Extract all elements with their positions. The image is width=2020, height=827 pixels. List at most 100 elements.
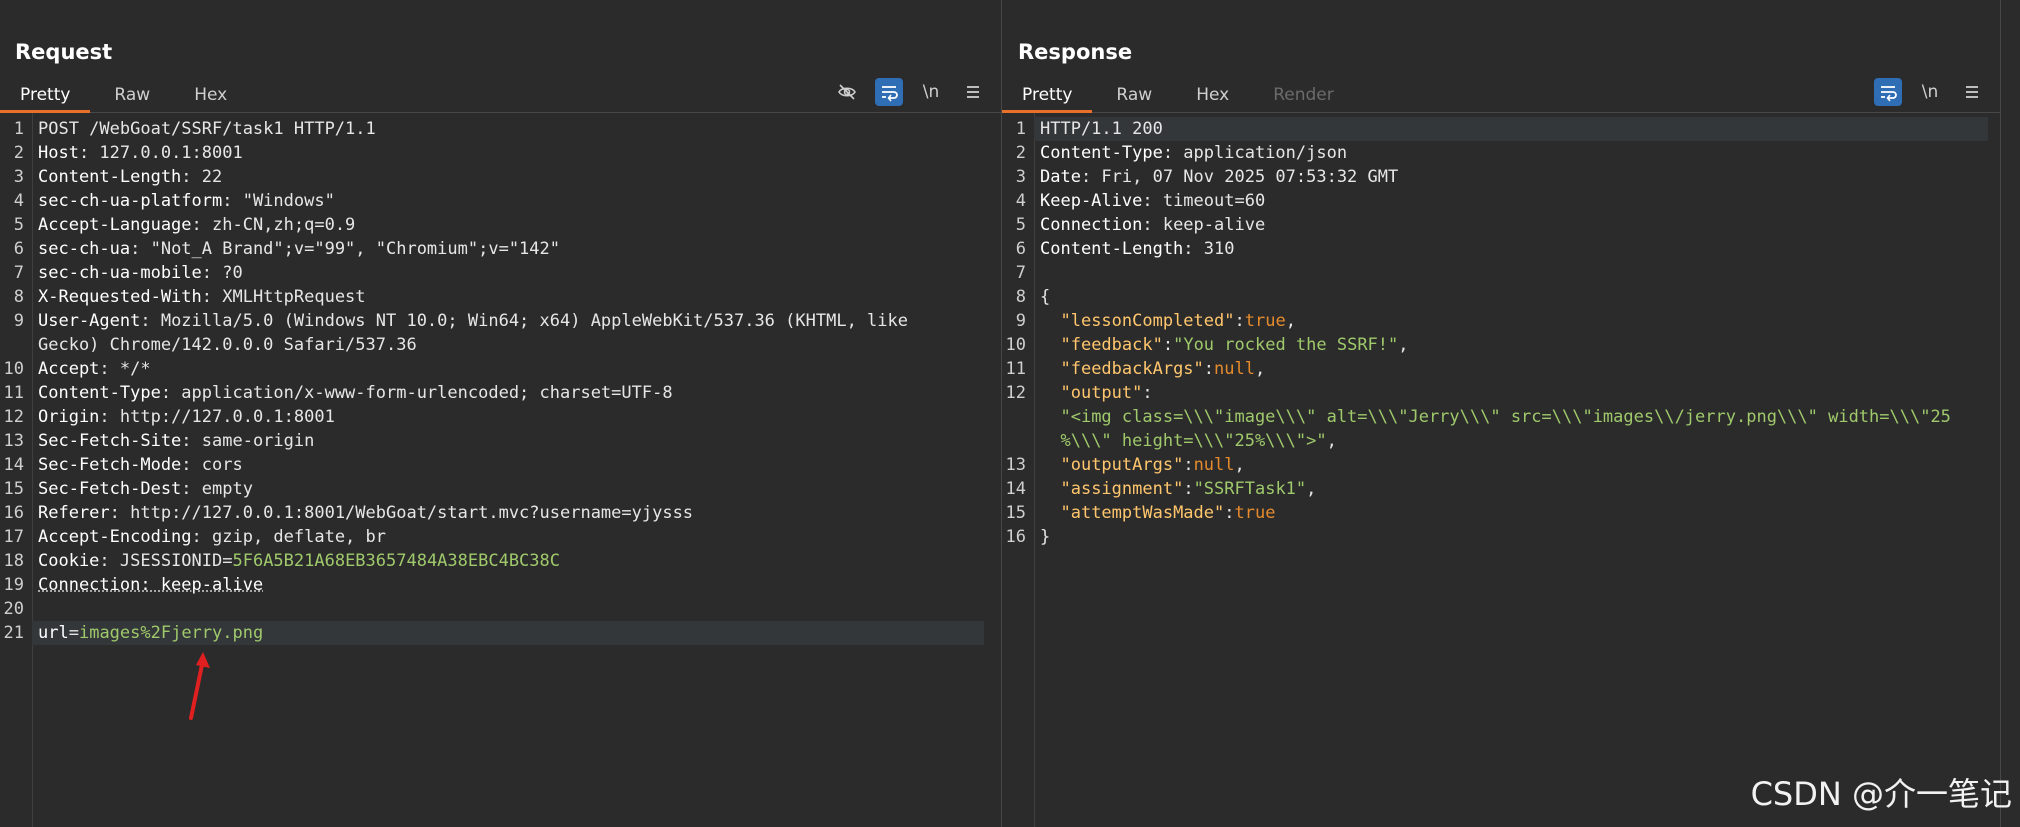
- menu-icon[interactable]: [1958, 78, 1986, 106]
- code-text: Sec-Fetch-Site: same-origin: [38, 429, 314, 453]
- code-text: sec-ch-ua: "Not_A Brand";v="99", "Chromi…: [38, 237, 560, 261]
- code-line: 14 "assignment":"SSRFTask1",: [1002, 477, 2000, 501]
- newline-toggle[interactable]: \n: [1916, 78, 1944, 106]
- code-line: 5 Connection: keep-alive: [1002, 213, 2000, 237]
- line-number: 1: [13, 119, 24, 139]
- code-token: : gzip, deflate, br: [191, 527, 386, 547]
- code-line: 13 "outputArgs":null,: [1002, 453, 2000, 477]
- code-text: "outputArgs":null,: [1040, 453, 1245, 477]
- wrap-icon[interactable]: [875, 78, 903, 106]
- response-pane: Response Pretty Raw Hex Render \n 1 HTTP/…: [1002, 0, 2001, 827]
- code-text: Keep-Alive: timeout=60: [1040, 189, 1265, 213]
- code-text: Accept-Encoding: gzip, deflate, br: [38, 525, 386, 549]
- code-text: HTTP/1.1 200: [1040, 117, 1163, 141]
- line-number: 11: [1005, 359, 1026, 379]
- line-number: 5: [1015, 215, 1026, 235]
- code-token: : ?0: [201, 263, 243, 283]
- code-token: ,: [1285, 311, 1296, 331]
- code-token: Origin: [38, 407, 100, 427]
- code-token: ,: [1306, 479, 1317, 499]
- code-token: Host: [38, 143, 79, 163]
- code-line: %\\\" height=\\\"25%\\\">",: [1002, 429, 2000, 453]
- code-text: "output":: [1040, 381, 1153, 405]
- code-text: Accept: */*: [38, 357, 151, 381]
- code-token: sec-ch-ua-mobile: [38, 263, 202, 283]
- code-token: :: [1224, 503, 1235, 523]
- line-number: 14: [1005, 479, 1026, 499]
- line-number: 5: [13, 215, 24, 235]
- code-token: {: [1040, 287, 1051, 307]
- code-text: Origin: http://127.0.0.1:8001: [38, 405, 335, 429]
- line-number: 16: [1005, 527, 1026, 547]
- line-number: 9: [13, 311, 24, 331]
- line-number: 21: [3, 623, 24, 643]
- wrap-icon[interactable]: [1874, 78, 1902, 106]
- code-line: 16}: [1002, 525, 2000, 549]
- code-token: : timeout=60: [1142, 191, 1266, 211]
- tab-hex[interactable]: Hex: [174, 85, 247, 112]
- code-line: 7 sec-ch-ua-mobile: ?0: [0, 261, 1001, 285]
- code-line: 13 Sec-Fetch-Site: same-origin: [0, 429, 1001, 453]
- code-token: : 310: [1183, 239, 1235, 259]
- code-line: 10 Accept: */*: [0, 357, 1001, 381]
- code-text: "<img class=\\\"image\\\" alt=\\\"Jerry\…: [1040, 405, 1950, 429]
- tab-hex[interactable]: Hex: [1176, 85, 1249, 112]
- tab-render: Render: [1273, 85, 1334, 105]
- menu-icon[interactable]: [959, 78, 987, 106]
- line-number: 15: [1005, 503, 1026, 523]
- code-line: 6 Content-Length: 310: [1002, 237, 2000, 261]
- code-token: sec-ch-ua-platform: [38, 191, 223, 211]
- code-token: : 127.0.0.1:8001: [78, 143, 243, 163]
- line-number: 7: [13, 263, 24, 283]
- tab-raw[interactable]: Raw: [94, 85, 170, 112]
- code-token: : Mozilla/5.0 (Windows NT 10.0; Win64; x…: [140, 311, 908, 331]
- eye-off-icon[interactable]: [833, 78, 861, 106]
- response-editor[interactable]: 1 HTTP/1.1 200 2 Content-Type: application/…: [1002, 113, 2000, 827]
- code-line: 1 POST /WebGoat/SSRF/task1 HTTP/1.1: [0, 117, 1001, 141]
- code-token: images%2Fjerry.png: [78, 623, 264, 643]
- request-editor[interactable]: 1 POST /WebGoat/SSRF/task1 HTTP/1.1 2 Host:…: [0, 113, 1001, 827]
- code-token: Referer: [38, 503, 110, 523]
- code-token: : empty: [181, 479, 253, 499]
- newline-toggle[interactable]: \n: [917, 78, 945, 106]
- code-text: Content-Length: 310: [1040, 237, 1234, 261]
- code-token: ,: [1398, 335, 1409, 355]
- tab-pretty[interactable]: Pretty: [1002, 85, 1093, 113]
- code-token: ,: [1254, 359, 1266, 379]
- code-line: 21 url=images%2Fjerry.png: [0, 621, 1001, 645]
- code-token: Content-Length: [38, 167, 182, 187]
- response-tabs: Pretty Raw Hex Render: [1002, 78, 2000, 113]
- tab-raw[interactable]: Raw: [1096, 85, 1172, 112]
- code-token: "feedbackArgs": [1060, 359, 1204, 379]
- code-line: 14 Sec-Fetch-Mode: cors: [0, 453, 1001, 477]
- code-line: 3 Content-Length: 22: [0, 165, 1001, 189]
- code-token: : XMLHttpRequest: [201, 287, 366, 307]
- code-token: %\\\" height=\\\"25%\\\">": [1060, 431, 1327, 451]
- code-token: Content-Type: [38, 383, 161, 403]
- code-text: Sec-Fetch-Dest: empty: [38, 477, 253, 501]
- code-line: 15 "attemptWasMade":true: [1002, 501, 2000, 525]
- tab-pretty[interactable]: Pretty: [0, 85, 91, 113]
- code-line: 10 "feedback":"You rocked the SSRF!",: [1002, 333, 2000, 357]
- code-token: :: [1142, 383, 1153, 403]
- code-text: Gecko) Chrome/142.0.0.0 Safari/537.36: [38, 333, 417, 357]
- code-text: Date: Fri, 07 Nov 2025 07:53:32 GMT: [1040, 165, 1398, 189]
- code-token: "attemptWasMade": [1060, 503, 1225, 523]
- code-token: null: [1193, 455, 1235, 475]
- code-line: 2 Host: 127.0.0.1:8001: [0, 141, 1001, 165]
- response-title: Response: [1018, 40, 1133, 64]
- code-line: 20: [0, 597, 1001, 621]
- line-number: 4: [1015, 191, 1026, 211]
- code-token: ,: [1234, 455, 1245, 475]
- code-token: true: [1244, 311, 1286, 331]
- line-number: 12: [3, 407, 24, 427]
- code-token: Content-Type: [1040, 143, 1163, 163]
- code-token: Accept-Encoding: [38, 527, 192, 547]
- code-line: 19 Connection: keep-alive: [0, 573, 1001, 597]
- code-token: :: [1203, 359, 1215, 379]
- code-token: "output": [1060, 383, 1143, 403]
- code-token: :: [1183, 479, 1194, 499]
